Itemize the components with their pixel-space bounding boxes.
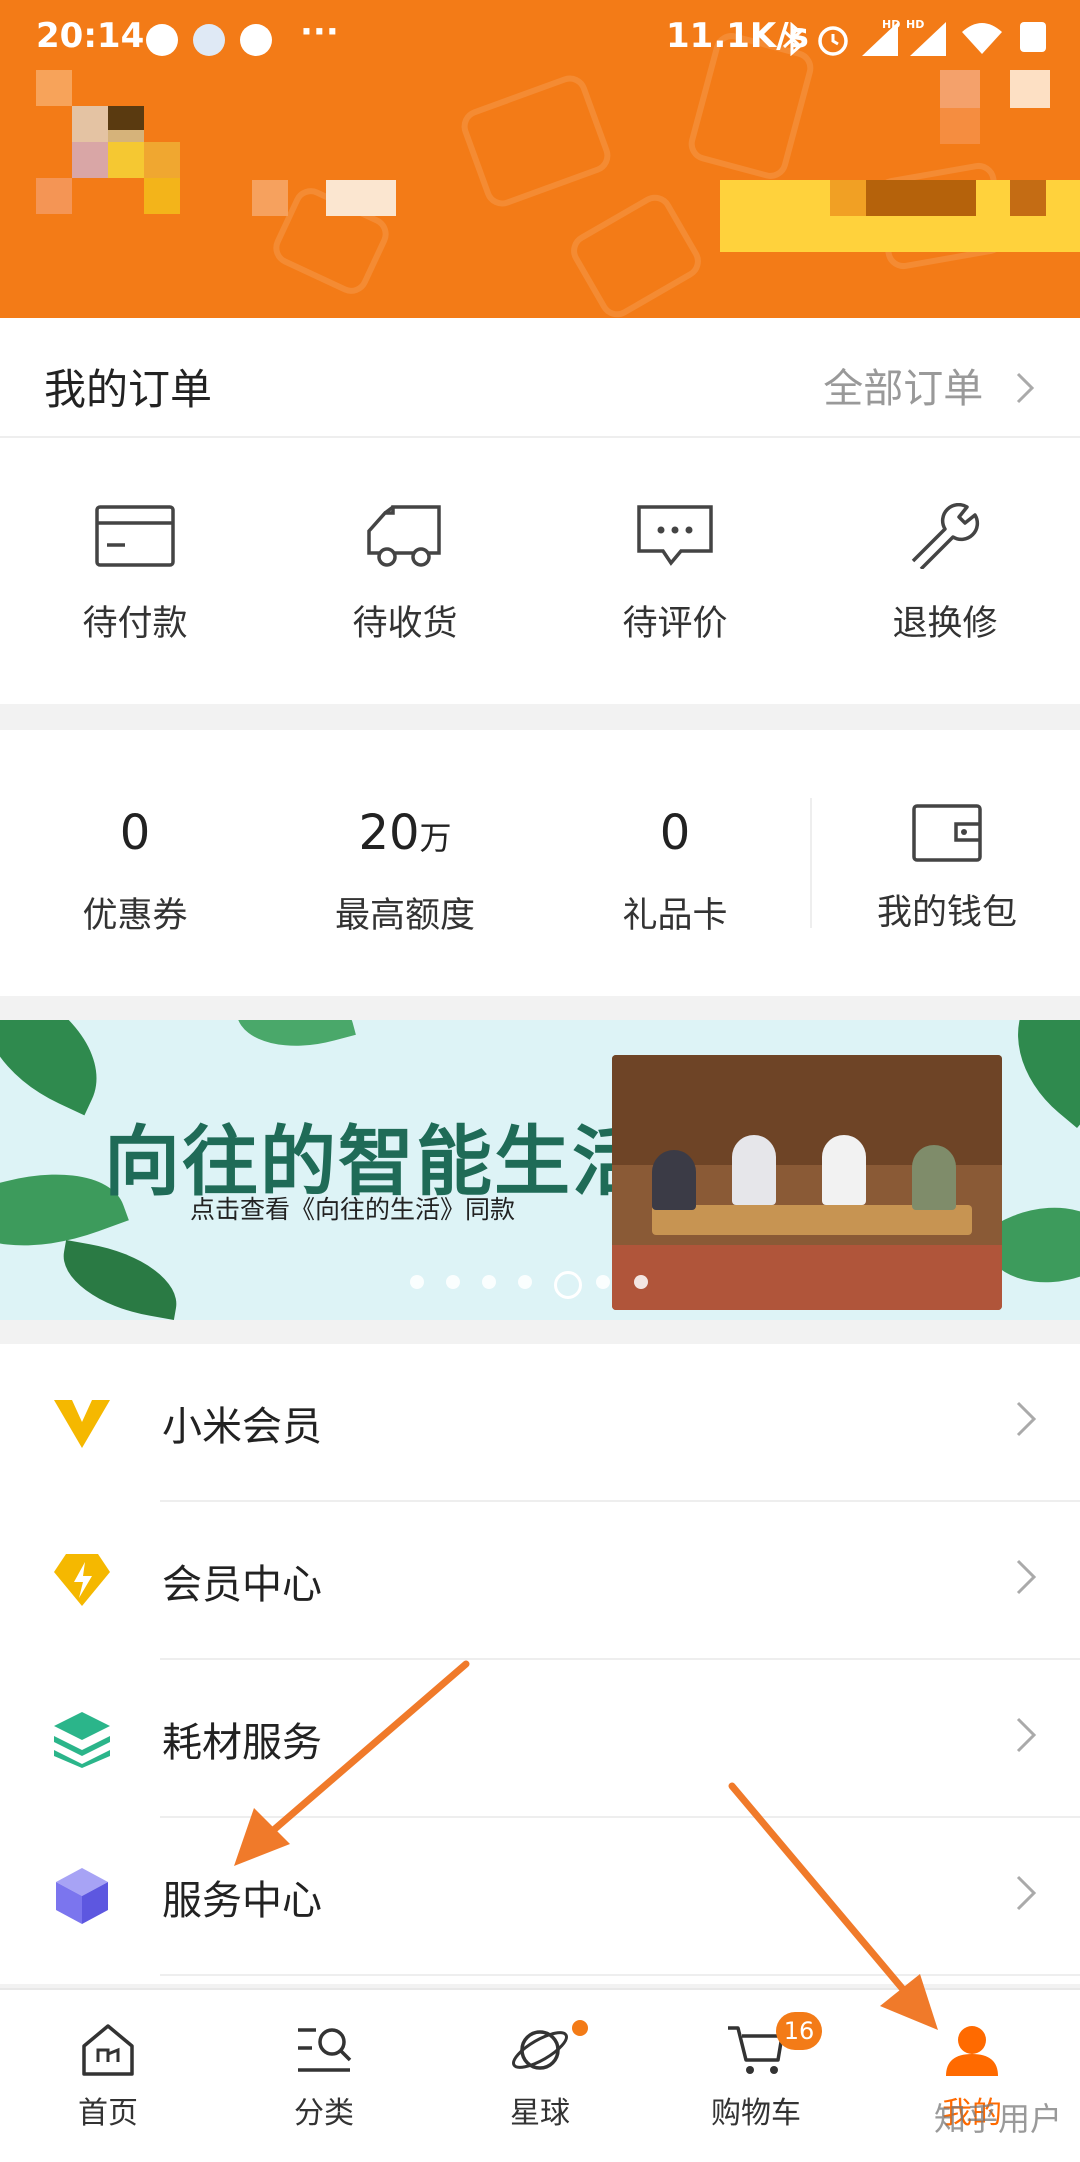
gift-card-count: 0 <box>659 805 691 861</box>
layers-icon <box>54 1712 110 1768</box>
order-returns-repair[interactable]: 退换修 <box>810 503 1080 646</box>
username <box>326 180 396 216</box>
banner-dot <box>410 1275 424 1289</box>
lightning-diamond-icon <box>54 1554 110 1606</box>
status-bar: 20:14 ··· 11.1K/s HD HD <box>0 0 1080 76</box>
planet-icon <box>512 2030 568 2070</box>
menu-item-label: 小米会员 <box>162 1404 322 1450</box>
order-item-label: 待付款 <box>82 604 188 644</box>
signal-hd-2-icon: HD <box>906 18 946 56</box>
menu-item-member-center[interactable]: 会员中心 <box>0 1502 1080 1660</box>
all-orders-label: 全部订单 <box>823 366 984 412</box>
battery-icon <box>1020 22 1046 52</box>
order-pending-receipt[interactable]: 待收货 <box>270 503 540 646</box>
app-notification-icon <box>193 24 225 56</box>
svg-text:HD: HD <box>882 18 900 31</box>
chevron-right-icon <box>1016 1401 1037 1437</box>
banner-dot <box>518 1275 532 1289</box>
banner-dot-active <box>554 1271 582 1299</box>
more-notifications-icon: ··· <box>300 12 339 52</box>
credit-limit[interactable]: 20万 最高额度 <box>270 805 540 938</box>
svg-text:HD: HD <box>906 18 924 31</box>
user-icon <box>946 2026 998 2076</box>
home-icon <box>82 2024 134 2076</box>
gift-cards[interactable]: 0 礼品卡 <box>540 805 810 938</box>
tab-label: 购物车 <box>711 2096 801 2131</box>
wifi-icon <box>962 23 1002 54</box>
bluetooth-icon <box>782 22 803 56</box>
tab-label: 首页 <box>78 2096 138 2131</box>
banner-dot <box>634 1275 648 1289</box>
promo-banner[interactable]: 向往的智能生活 点击查看《向往的生活》同款 <box>0 1020 1080 1320</box>
credit-limit-value: 20 <box>358 805 420 861</box>
alarm-icon <box>818 26 848 56</box>
status-time: 20:14 <box>36 16 145 56</box>
menu-item-mi-member[interactable]: 小米会员 <box>0 1344 1080 1502</box>
menu-item-label: 服务中心 <box>162 1878 322 1924</box>
banner-photo <box>612 1055 1002 1310</box>
wrench-icon <box>911 503 980 569</box>
banner-dot <box>596 1275 610 1289</box>
all-orders-link[interactable]: 全部订单 <box>823 356 1040 414</box>
coupons[interactable]: 0 优惠券 <box>0 805 270 938</box>
tab-label: 星球 <box>510 2096 570 2131</box>
banner-subtitle: 点击查看《向往的生活》同款 <box>190 1195 516 1224</box>
assets-card: 0 优惠券 20万 最高额度 0 礼品卡 我的钱包 <box>0 730 1080 996</box>
coupons-count: 0 <box>119 805 151 861</box>
tab-planet[interactable]: 星球 <box>432 2018 648 2132</box>
menu-item-service-center[interactable]: 服务中心 <box>0 1818 1080 1976</box>
order-item-label: 待评价 <box>622 604 728 644</box>
chevron-right-icon <box>1016 1559 1037 1595</box>
wallet-label: 我的钱包 <box>876 893 1017 933</box>
order-item-label: 待收货 <box>352 604 458 644</box>
signal-hd-icon: HD <box>862 18 900 56</box>
truck-icon <box>367 505 441 567</box>
banner-dot <box>482 1275 496 1289</box>
banner-dot <box>446 1275 460 1289</box>
bank-notification-icon <box>240 24 272 56</box>
menu-item-label: 耗材服务 <box>162 1720 322 1766</box>
orders-title: 我的订单 <box>44 365 213 414</box>
credit-limit-label: 最高额度 <box>334 896 475 936</box>
order-pending-review[interactable]: 待评价 <box>540 503 810 646</box>
coupons-label: 优惠券 <box>82 896 188 936</box>
order-item-label: 退换修 <box>892 604 998 644</box>
tab-category[interactable]: 分类 <box>216 2018 432 2132</box>
card-icon <box>95 505 175 567</box>
menu-item-label: 会员中心 <box>162 1562 322 1608</box>
cube-icon <box>56 1868 108 1924</box>
tab-home[interactable]: 首页 <box>0 2018 216 2132</box>
v-member-icon <box>54 1400 110 1448</box>
orders-card: 我的订单 全部订单 待付款 待收货 待评价 退换修 <box>0 318 1080 704</box>
comment-icon <box>637 505 713 566</box>
order-pending-payment[interactable]: 待付款 <box>0 503 270 646</box>
chevron-right-icon <box>1016 1875 1037 1911</box>
tab-label: 分类 <box>294 2096 354 2131</box>
bottom-tab-bar: 首页 分类 星球 购物车 我的 16 <box>0 1988 1080 2162</box>
menu-item-consumables[interactable]: 耗材服务 <box>0 1660 1080 1818</box>
chevron-right-icon <box>1016 372 1035 404</box>
planet-notification-dot <box>572 2020 588 2036</box>
watermark: 知乎用户 <box>933 2100 1062 2138</box>
credit-limit-unit: 万 <box>419 819 452 857</box>
tab-cart[interactable]: 购物车 <box>648 2018 864 2132</box>
chevron-right-icon <box>1016 1717 1037 1753</box>
cart-count-badge: 16 <box>776 2012 822 2050</box>
heart-notification-icon <box>146 24 178 56</box>
wallet[interactable]: 我的钱包 <box>814 802 1080 935</box>
gift-card-label: 礼品卡 <box>622 896 728 936</box>
wallet-icon <box>912 804 982 862</box>
service-menu: 小米会员 会员中心 耗材服务 服务中心 <box>0 1344 1080 1984</box>
category-search-icon <box>298 2028 352 2072</box>
